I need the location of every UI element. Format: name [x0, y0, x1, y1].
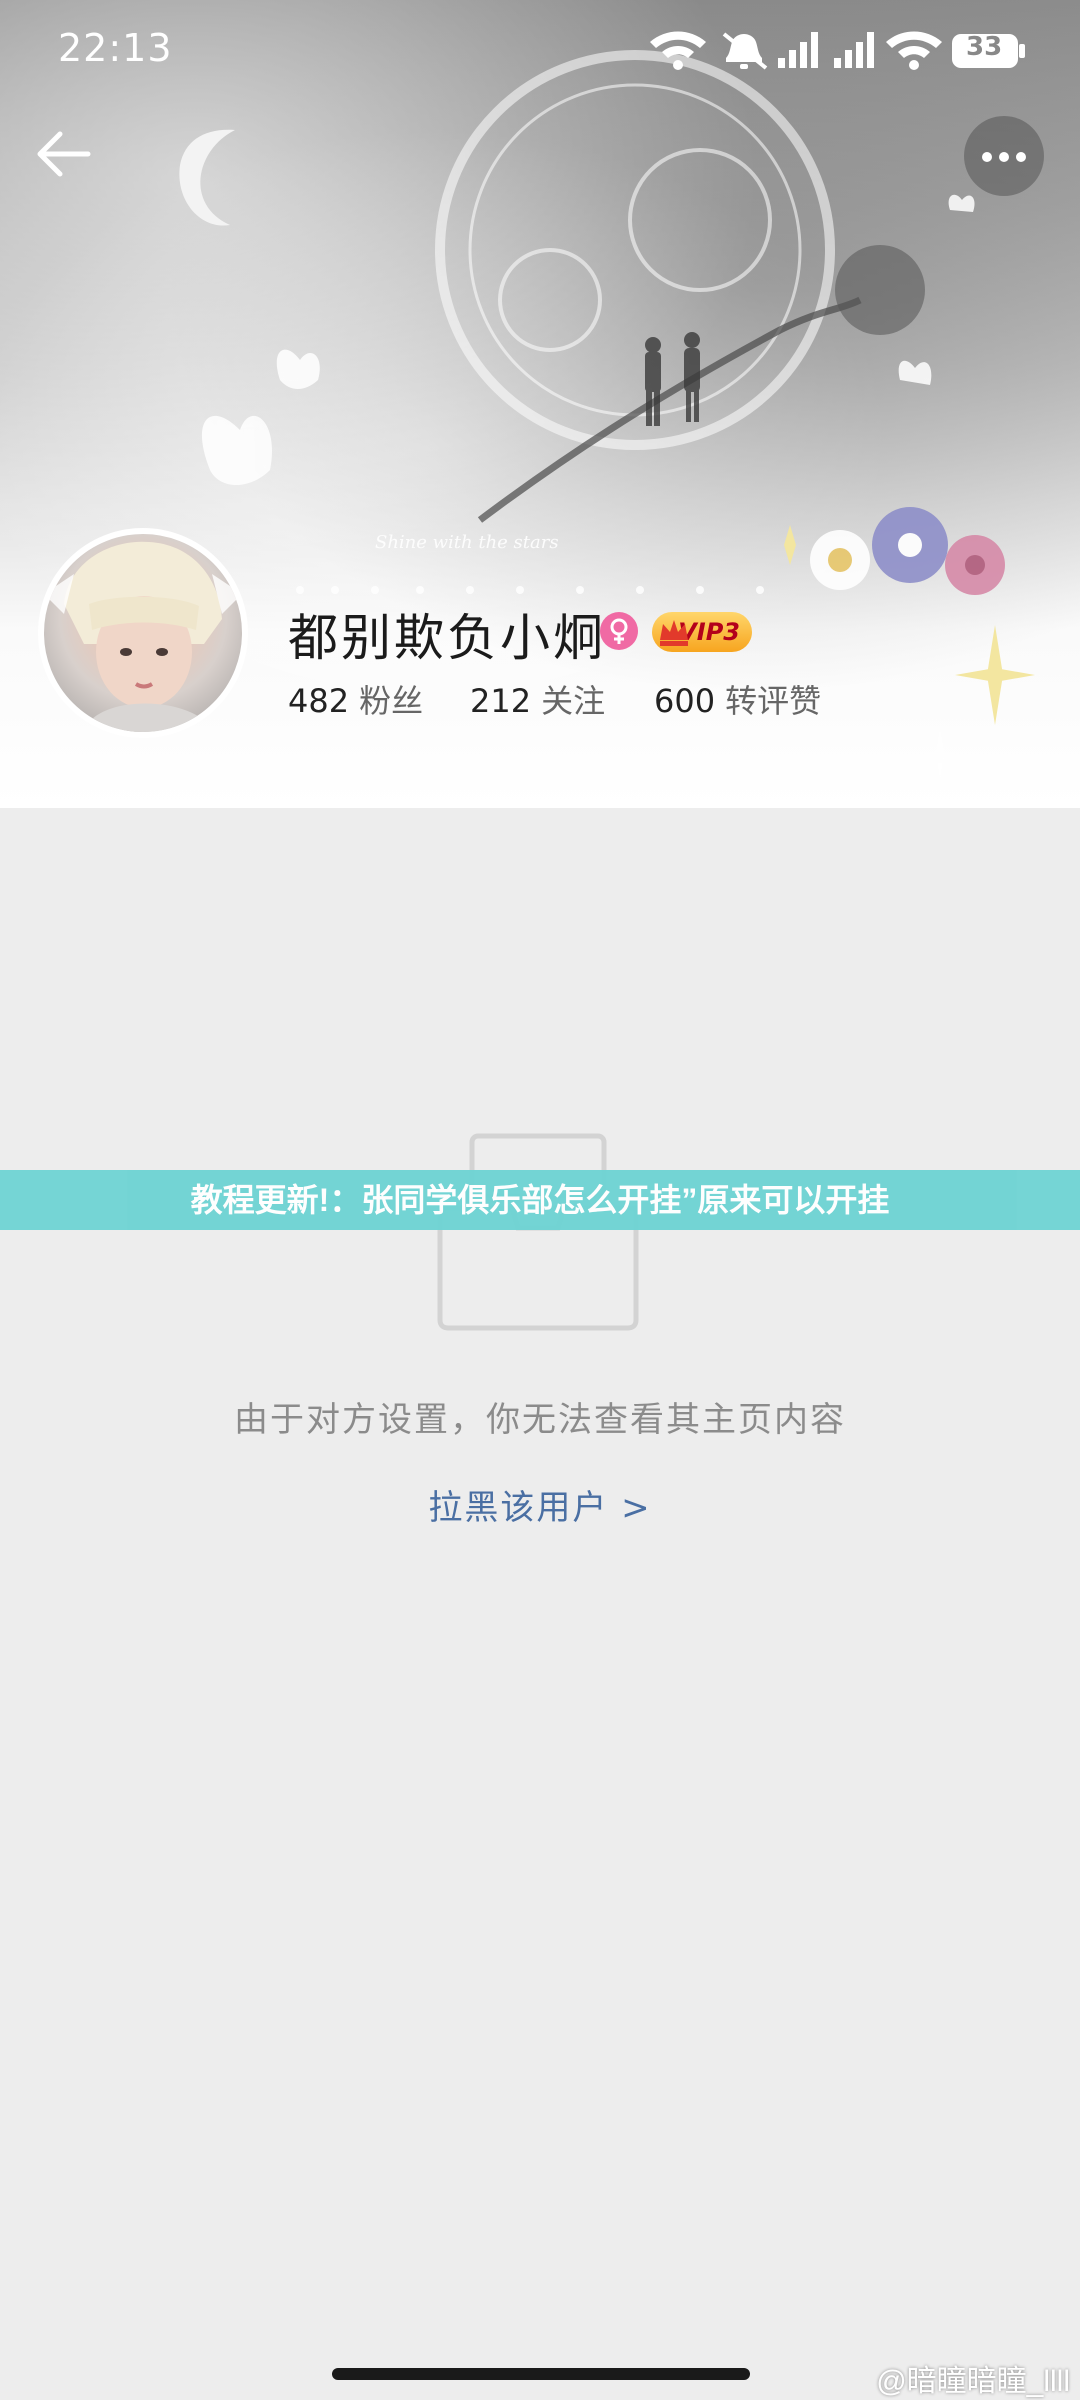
bell-muted-icon	[722, 32, 768, 70]
stat-following-value: 212	[470, 682, 532, 720]
status-bar: 22:13 33	[0, 0, 1080, 100]
more-dots-icon	[982, 152, 992, 162]
dotted-sparkle-row	[296, 586, 764, 594]
status-time: 22:13	[58, 26, 173, 70]
vip-badge[interactable]: VIP3	[652, 612, 752, 652]
stat-interactions[interactable]: 600 转评赞	[654, 676, 821, 722]
stat-interactions-value: 600	[654, 682, 716, 720]
crown-icon	[660, 620, 688, 646]
wifi-icon	[650, 31, 706, 70]
female-icon	[600, 612, 638, 650]
battery-level: 33	[966, 32, 1003, 62]
moon-icon	[179, 129, 235, 226]
status-icons: 33	[648, 28, 1028, 72]
empty-box-icon	[437, 1133, 639, 1331]
profile-cover: Shine with the stars 22:13 33 都别欺负小炯 VIP…	[0, 0, 1080, 808]
block-user-link[interactable]: 拉黑该用户 >	[0, 1480, 1080, 1529]
wifi-icon	[886, 31, 942, 70]
clock-illustration	[435, 50, 835, 450]
back-button[interactable]	[32, 122, 96, 186]
arrow-left-icon	[37, 131, 91, 177]
cover-tagline: Shine with the stars	[375, 532, 559, 553]
more-button[interactable]	[964, 116, 1044, 196]
avatar[interactable]	[38, 528, 248, 738]
user-name: 都别欺负小炯	[288, 609, 606, 667]
stat-followers-value: 482	[288, 682, 350, 720]
watermark: @暗瞳暗瞳_llll	[876, 2365, 1070, 2398]
avatar-image	[44, 541, 242, 732]
stat-followers[interactable]: 482 粉丝	[288, 676, 423, 722]
empty-state-message: 由于对方设置，你无法查看其主页内容	[234, 1400, 846, 1440]
signal-icon	[834, 32, 874, 68]
stat-following-label: 关注	[541, 682, 606, 720]
promo-banner[interactable]: 教程更新!：张同学俱乐部怎么开挂”原来可以开挂	[0, 1170, 1080, 1230]
stat-following[interactable]: 212 关注	[470, 676, 605, 722]
more-dot	[1016, 152, 1026, 162]
stat-interactions-label: 转评赞	[725, 682, 822, 720]
signal-icon	[778, 32, 818, 68]
more-dot	[999, 152, 1009, 162]
home-indicator[interactable]	[332, 2368, 750, 2380]
stat-followers-label: 粉丝	[359, 682, 424, 720]
flower-decorations	[810, 507, 1005, 595]
